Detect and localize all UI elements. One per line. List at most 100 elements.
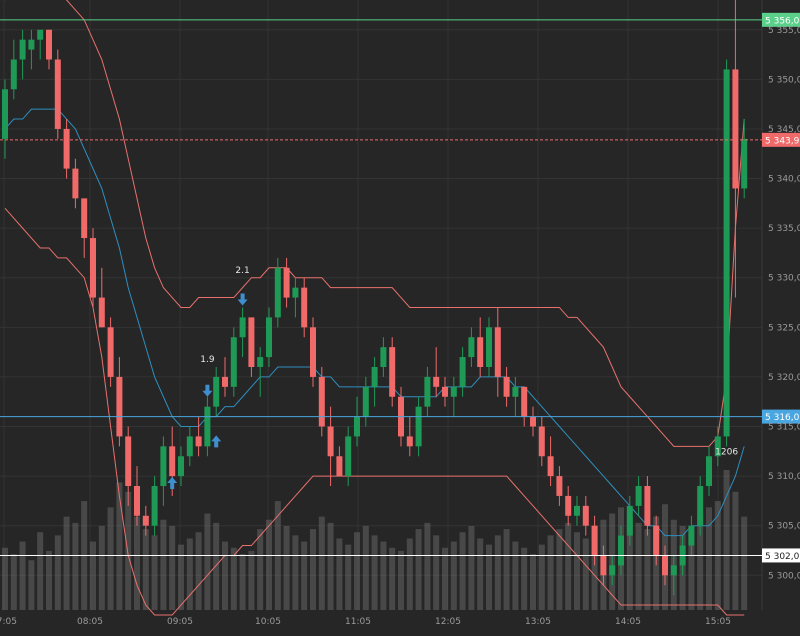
volume-bar [345, 544, 352, 610]
volume-bar [63, 516, 70, 610]
annotation-label: 1206 [715, 447, 738, 457]
price-level-label: 5 343,90 [765, 136, 800, 146]
candle-body [160, 446, 167, 487]
candle-body [459, 357, 466, 387]
volume-bar [310, 529, 316, 610]
candle-body [72, 168, 79, 199]
volume-bar [213, 522, 220, 610]
volume-bar [424, 522, 431, 610]
candle-body [371, 366, 378, 387]
candle-body [574, 505, 580, 516]
candle-body [186, 436, 193, 457]
candle-body [494, 327, 501, 377]
x-tick-label: 10:05 [255, 617, 281, 627]
candle-body [618, 535, 624, 566]
volume-bar [266, 519, 272, 610]
candle-body [538, 426, 545, 457]
candle-body [239, 317, 246, 338]
volume-bar [257, 529, 264, 610]
volume-bar [380, 541, 387, 610]
y-tick-label: 5 325,00 [768, 323, 800, 333]
y-tick-label: 5 335,00 [768, 224, 800, 234]
candle-body [626, 505, 633, 536]
volume-bar [503, 529, 510, 610]
candle-body [318, 376, 325, 427]
volume-bar [547, 535, 554, 610]
candle-body [10, 59, 17, 90]
candle-body [389, 347, 396, 397]
candle-body [301, 287, 308, 328]
buy-arrow-icon [167, 477, 178, 490]
volume-bar [19, 541, 26, 610]
volume-bar [459, 532, 466, 610]
volume-bars [2, 470, 748, 610]
candle-body [600, 555, 607, 576]
candle-body [380, 347, 387, 367]
candle-body [415, 406, 422, 447]
candle-body [653, 525, 660, 556]
candle-body [635, 486, 642, 506]
y-tick-label: 5 345,00 [768, 125, 800, 135]
volume-bar [644, 529, 651, 610]
x-tick-label: 08:05 [77, 617, 103, 627]
volume-bar [635, 522, 642, 610]
volume-bar [354, 532, 360, 610]
volume-bar [90, 541, 96, 610]
volume-bar [512, 541, 519, 610]
candle-body [530, 416, 536, 427]
candle-body [327, 426, 334, 457]
x-tick-label: 14:05 [615, 617, 641, 627]
volume-bar [486, 544, 492, 610]
volume-bar [54, 535, 61, 610]
annotation-label: 2.1 [235, 266, 249, 276]
volume-bar [398, 550, 404, 610]
candle-body [609, 565, 616, 576]
x-tick-label: 15:05 [705, 617, 731, 627]
candle-body [336, 456, 343, 477]
candle-body [257, 357, 264, 367]
volume-bar [362, 526, 369, 610]
volume-bar [732, 491, 739, 610]
x-tick-label: 07:05 [0, 617, 17, 627]
volume-bar [37, 532, 44, 610]
volume-bar [222, 541, 228, 610]
volume-bar [406, 538, 413, 610]
candle-body [582, 505, 589, 526]
candle-body [486, 327, 492, 367]
volume-bar [292, 535, 299, 610]
bollinger-bands [4, 0, 745, 616]
volume-bar [230, 547, 237, 610]
volume-bar [134, 516, 140, 610]
candle-body [706, 456, 712, 487]
volume-bar [195, 532, 202, 610]
candle-body [741, 138, 748, 189]
chart-container: 5 356,005 343,905 316,005 302,00 1.9 2.1 1… [0, 0, 800, 631]
candle-body [90, 238, 96, 298]
volume-bar [521, 547, 528, 610]
candle-body [195, 436, 202, 447]
y-tick-label: 5 340,00 [768, 175, 800, 185]
volume-bar [336, 538, 343, 610]
candle-body [433, 376, 440, 387]
candle-body [670, 565, 677, 576]
x-tick-label: 09:05 [167, 617, 193, 627]
volume-bar [415, 529, 422, 610]
y-tick-label: 5 355,00 [768, 26, 800, 36]
candle-body [477, 337, 484, 367]
candle-body [248, 317, 255, 367]
candle-body [644, 486, 651, 526]
candle-body [107, 327, 114, 377]
volume-bar [741, 516, 748, 610]
candle-body [274, 267, 281, 318]
volume-bar [10, 554, 17, 610]
volume-bar [107, 507, 114, 610]
volume-bar [450, 541, 457, 610]
candle-body [697, 486, 704, 526]
volume-bar [327, 522, 334, 610]
volume-bar [116, 482, 123, 610]
volume-bar [186, 538, 193, 610]
volume-bar [142, 529, 149, 610]
volume-bar [239, 554, 246, 610]
candle-body [222, 376, 228, 387]
volume-bar [565, 522, 572, 610]
